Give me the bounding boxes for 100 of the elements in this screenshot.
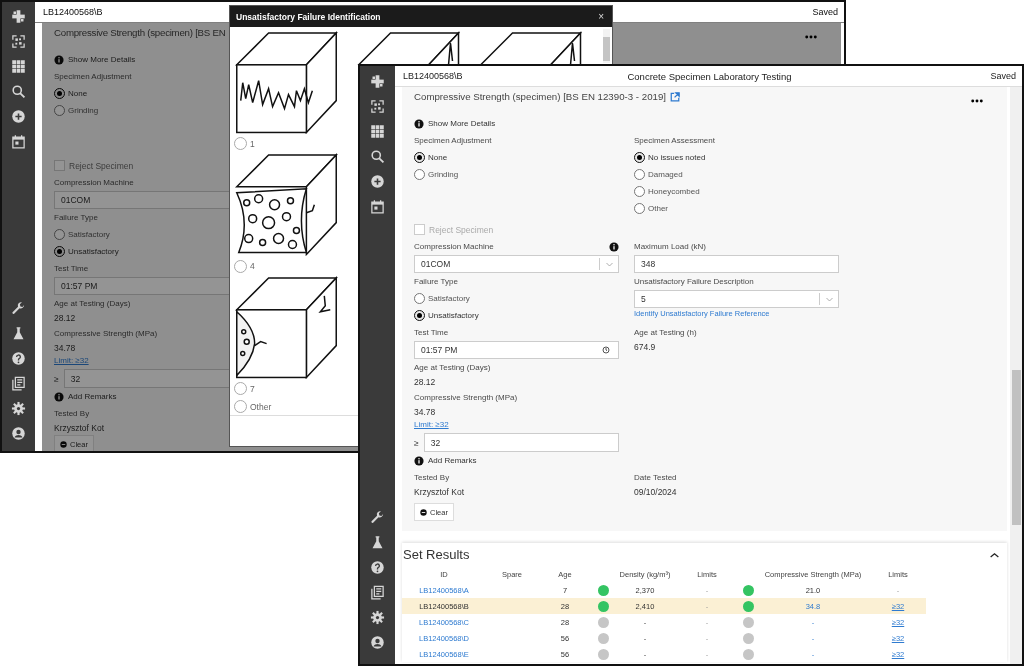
dropdown-field[interactable]: 5	[634, 290, 839, 308]
radio-button[interactable]: Unsatisfactory	[414, 307, 479, 324]
wrench-icon[interactable]	[11, 301, 26, 316]
dropdown-field[interactable]: 01COM	[54, 191, 230, 209]
qr-scan-icon[interactable]	[370, 99, 385, 114]
flask-icon[interactable]	[11, 326, 26, 341]
help-icon[interactable]	[370, 560, 385, 575]
info-link[interactable]: Show More Details	[414, 115, 496, 132]
user-icon[interactable]	[11, 426, 26, 441]
radio-button[interactable]: Satisfactory	[414, 290, 470, 307]
dropdown-field[interactable]: 01COM	[414, 255, 619, 273]
grid-icon[interactable]	[370, 124, 385, 139]
field-label: Age at Testing (Days)	[414, 362, 491, 374]
info-link[interactable]: Show More Details	[54, 51, 136, 68]
time-field[interactable]: 01:57 PM	[414, 341, 619, 359]
radio-button[interactable]: Unsatisfactory	[54, 243, 119, 260]
field-label: Age at Testing (h)	[634, 327, 697, 339]
documents-icon[interactable]	[370, 585, 385, 600]
radio-button[interactable]: 1	[234, 135, 339, 153]
wrench-icon[interactable]	[370, 510, 385, 525]
grid-icon[interactable]	[11, 59, 26, 74]
search-icon[interactable]	[11, 84, 26, 99]
documents-icon[interactable]	[11, 376, 26, 391]
field-label: Maximum Load (kN)	[634, 241, 706, 253]
help-icon[interactable]	[11, 351, 26, 366]
info-icon[interactable]	[54, 391, 64, 402]
radio-button[interactable]: Other	[634, 200, 668, 217]
minus-icon	[60, 440, 67, 448]
field-value: 28.12	[414, 376, 436, 389]
calendar-icon[interactable]	[11, 134, 26, 149]
qr-scan-icon[interactable]	[11, 34, 26, 49]
field-label: Compression Machine	[54, 177, 134, 189]
field-label: Age at Testing (Days)	[54, 298, 131, 310]
radio-button[interactable]: Satisfactory	[54, 226, 110, 243]
field-label: Test Time	[54, 263, 89, 275]
limit-link[interactable]: Limit: ≥32	[54, 355, 89, 369]
input-field[interactable]: 32	[423, 433, 619, 452]
prefix-symbol: ≥	[414, 437, 419, 448]
settings-icon[interactable]	[11, 401, 26, 416]
logo-icon[interactable]	[11, 9, 26, 24]
field-label: Failure Type	[414, 276, 458, 288]
field-label: Unsatisfactory Failure Description	[634, 276, 754, 288]
minus-icon	[420, 508, 427, 516]
scrollbar[interactable]	[1010, 87, 1022, 664]
field-label: Specimen Adjustment	[414, 135, 492, 147]
field-value: Krzysztof Kot	[54, 422, 105, 435]
limit-link[interactable]: Limit: ≥32	[414, 419, 449, 433]
radio-button[interactable]: Grinding	[414, 166, 459, 183]
settings-icon[interactable]	[370, 610, 385, 625]
calendar-icon[interactable]	[370, 199, 385, 214]
info-icon[interactable]	[54, 54, 64, 65]
field-label: Compressive Strength (MPa)	[54, 328, 158, 340]
add-icon[interactable]	[370, 174, 385, 189]
input-field[interactable]: 348	[634, 255, 839, 273]
record-id: LB12400568\B	[43, 7, 103, 17]
radio-button[interactable]: Honeycombed	[634, 183, 700, 200]
add-icon[interactable]	[11, 109, 26, 124]
external-link-icon[interactable]	[670, 92, 680, 102]
info-link[interactable]: Add Remarks	[54, 388, 117, 405]
radio-button[interactable]: Damaged	[634, 166, 683, 183]
input-field[interactable]: 32	[63, 369, 230, 388]
radio-button[interactable]: Grinding	[54, 102, 99, 119]
save-status: Saved	[812, 7, 838, 17]
field-label: Date Tested	[634, 472, 677, 484]
radio-button[interactable]: No issues noted	[634, 149, 706, 166]
info-icon[interactable]	[414, 455, 424, 466]
field-label: Compressive Strength (MPa)	[414, 392, 518, 404]
card-title: Compressive Strength (specimen) [BS EN	[54, 26, 226, 40]
radio-button[interactable]: 4	[234, 257, 339, 275]
field-label: Test Time	[414, 327, 449, 339]
scrollbar[interactable]	[603, 29, 610, 63]
more-icon[interactable]	[971, 99, 983, 103]
info-icon[interactable]	[414, 118, 424, 129]
field-label: Tested By	[414, 472, 450, 484]
clock-icon[interactable]	[602, 346, 610, 354]
field-label: Specimen Assessment	[634, 135, 715, 147]
record-id: LB12400568\B	[403, 71, 463, 81]
field-value: Krzysztof Kot	[414, 486, 465, 499]
search-icon[interactable]	[370, 149, 385, 164]
field-value: 34.78	[54, 342, 76, 355]
close-button[interactable]: ×	[598, 11, 604, 22]
radio-button[interactable]: 7	[234, 380, 339, 398]
time-field[interactable]: 01:57 PM	[54, 277, 230, 295]
info-icon[interactable]	[609, 241, 619, 252]
field-label: Failure Type	[54, 212, 98, 224]
user-icon[interactable]	[370, 635, 385, 650]
logo-icon[interactable]	[370, 74, 385, 89]
modal-title: Unsatisfactory Failure Identification	[236, 11, 381, 22]
radio-button[interactable]: None	[414, 149, 448, 166]
field-value: 28.12	[54, 312, 76, 325]
field-value: 674.9	[634, 341, 656, 354]
info-link[interactable]: Add Remarks	[414, 452, 477, 469]
more-icon[interactable]	[805, 35, 817, 39]
flask-icon[interactable]	[370, 535, 385, 550]
collapse-icon[interactable]	[990, 551, 999, 558]
radio-button[interactable]: Other	[234, 398, 339, 415]
radio-button[interactable]: None	[54, 85, 88, 102]
prefix-symbol: ≥	[54, 373, 59, 384]
card-title: Compressive Strength (specimen) [BS EN 12390-3 - 2019]	[414, 90, 666, 104]
field-label: Compression Machine	[414, 241, 494, 253]
